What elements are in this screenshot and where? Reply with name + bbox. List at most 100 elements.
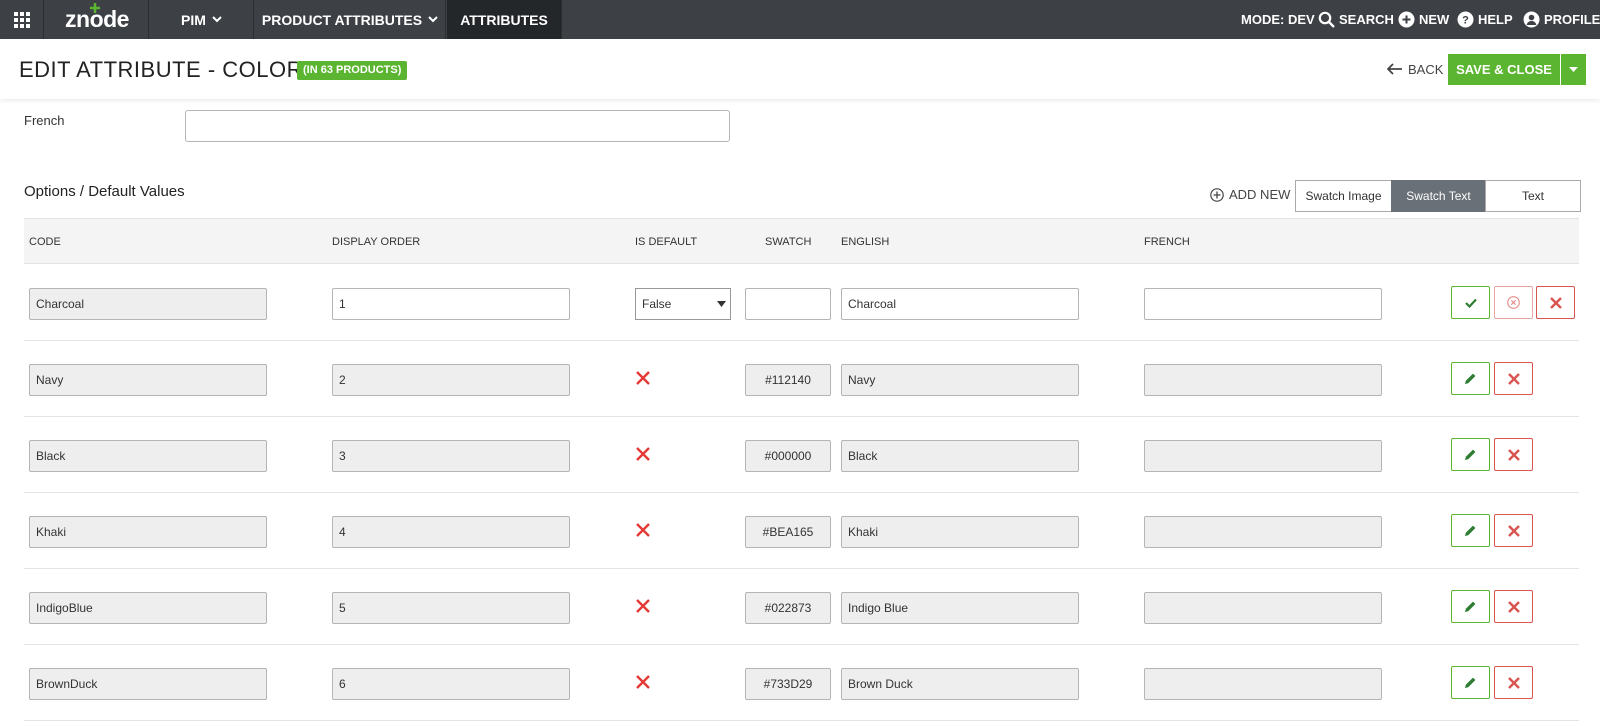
back-label: BACK (1408, 61, 1444, 77)
swatch-field: #112140 (745, 364, 831, 396)
save-dropdown-toggle[interactable] (1561, 54, 1586, 85)
x-mark-icon (636, 447, 650, 461)
delete-row-button[interactable] (1494, 362, 1533, 395)
english-field: Khaki (841, 516, 1079, 548)
user-circle-icon (1523, 11, 1540, 28)
add-new-button[interactable]: ADD NEW (1210, 187, 1290, 202)
display-order-field: 6 (332, 668, 570, 700)
swatch-field: #022873 (745, 592, 831, 624)
x-mark-icon (636, 599, 650, 613)
add-new-label: ADD NEW (1229, 187, 1291, 202)
options-section-title: Options / Default Values (24, 183, 185, 200)
close-icon (1507, 372, 1520, 385)
plus-circle-icon (1210, 187, 1224, 202)
french-input[interactable] (1144, 288, 1382, 320)
edit-row-button[interactable] (1451, 514, 1490, 547)
x-mark-icon (636, 523, 650, 537)
top-navbar: znode PIM PRODUCT ATTRIBUTES ATTRIBUTES … (0, 0, 1600, 39)
english-field: Black (841, 440, 1079, 472)
french-field (1144, 364, 1382, 396)
confirm-row-button[interactable] (1451, 286, 1490, 319)
close-icon (1549, 296, 1562, 309)
code-field: BrownDuck (29, 668, 267, 700)
pencil-icon (1465, 601, 1476, 612)
code-field: Black (29, 440, 267, 472)
english-field: Navy (841, 364, 1079, 396)
mode-label: MODE: DEV (1241, 12, 1315, 27)
swatch-field: #733D29 (745, 668, 831, 700)
arrow-left-icon (1387, 63, 1402, 75)
search-button[interactable]: SEARCH (1318, 0, 1394, 39)
nav-attributes[interactable]: ATTRIBUTES (447, 0, 562, 39)
nav-pim-label: PIM (181, 11, 206, 28)
table-row: BrownDuck 6 #733D29 Brown Duck (24, 645, 1579, 721)
edit-row-button[interactable] (1451, 666, 1490, 699)
new-button[interactable]: NEW (1398, 0, 1449, 39)
french-input[interactable] (185, 110, 730, 142)
column-header-code: CODE (29, 236, 61, 248)
pencil-icon (1465, 449, 1476, 460)
caret-down-icon (1569, 67, 1578, 72)
delete-row-button[interactable] (1494, 666, 1533, 699)
help-label: HELP (1478, 12, 1513, 27)
delete-row-button[interactable] (1494, 438, 1533, 471)
cancel-row-button[interactable] (1494, 286, 1533, 319)
view-mode-text[interactable]: Text (1485, 180, 1581, 212)
x-mark-icon (636, 675, 650, 689)
nav-product-attributes-label: PRODUCT ATTRIBUTES (261, 11, 423, 28)
table-row: Navy 2 #112140 Navy (24, 341, 1579, 417)
is-default-select[interactable]: False (635, 288, 731, 320)
x-mark-icon (636, 371, 650, 385)
pencil-icon (1465, 525, 1476, 536)
column-header-english: ENGLISH (841, 236, 890, 248)
swatch-field: #BEA165 (745, 516, 831, 548)
edit-row-button[interactable] (1451, 438, 1490, 471)
display-order-input[interactable]: 1 (332, 288, 570, 320)
table-row: Khaki 4 #BEA165 Khaki (24, 493, 1579, 569)
profile-button[interactable]: PROFILE (1523, 0, 1600, 39)
view-mode-swatch-image[interactable]: Swatch Image (1295, 180, 1392, 212)
new-label: NEW (1419, 12, 1450, 27)
english-field: Indigo Blue (841, 592, 1079, 624)
caret-down-icon (717, 301, 726, 307)
back-button[interactable]: BACK (1387, 59, 1443, 79)
french-field (1144, 440, 1382, 472)
display-order-field: 3 (332, 440, 570, 472)
nav-product-attributes[interactable]: PRODUCT ATTRIBUTES (255, 0, 446, 39)
nav-pim[interactable]: PIM (150, 0, 254, 39)
apps-grid-icon (13, 11, 30, 28)
close-icon (1507, 524, 1520, 537)
display-order-field: 5 (332, 592, 570, 624)
edit-row-button[interactable] (1451, 590, 1490, 623)
check-icon (1464, 298, 1477, 308)
delete-row-button[interactable] (1494, 514, 1533, 547)
chevron-down-icon (428, 16, 438, 23)
french-field (1144, 592, 1382, 624)
mode-indicator: MODE: DEV (1241, 0, 1315, 39)
table-row: Black 3 #000000 Black (24, 417, 1579, 493)
code-field: Navy (29, 364, 267, 396)
help-button[interactable]: ? HELP (1457, 0, 1513, 39)
svg-text:?: ? (1462, 15, 1469, 27)
english-input[interactable]: Charcoal (841, 288, 1079, 320)
delete-row-button[interactable] (1494, 590, 1533, 623)
nav-attributes-label: ATTRIBUTES (460, 11, 548, 28)
save-close-button[interactable]: SAVE & CLOSE (1448, 54, 1560, 85)
delete-row-button[interactable] (1536, 286, 1575, 319)
chevron-down-icon (212, 16, 222, 23)
swatch-input[interactable] (745, 288, 831, 320)
search-label: SEARCH (1339, 12, 1394, 27)
column-header-display-order: DISPLAY ORDER (332, 236, 421, 248)
close-icon (1507, 600, 1520, 613)
view-mode-swatch-text[interactable]: Swatch Text (1391, 180, 1486, 212)
page-title: EDIT ATTRIBUTE - COLOR (19, 57, 303, 82)
help-circle-icon: ? (1457, 11, 1474, 28)
logo-plus-mark (90, 3, 100, 13)
apps-grid-button[interactable] (0, 0, 44, 39)
znode-logo[interactable]: znode (46, 0, 149, 39)
french-field (1144, 668, 1382, 700)
edit-row-button[interactable] (1451, 362, 1490, 395)
circle-x-icon (1507, 296, 1520, 309)
search-icon (1318, 11, 1335, 28)
close-icon (1507, 448, 1520, 461)
